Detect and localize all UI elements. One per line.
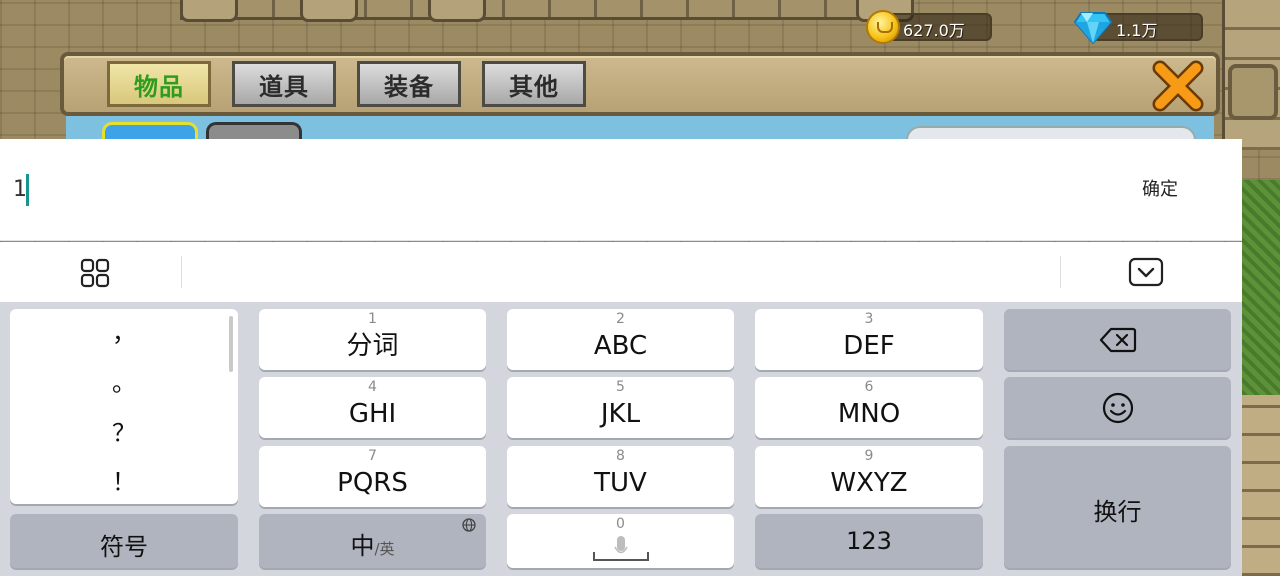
punct-question[interactable]: ？ [10, 413, 238, 448]
key-label: JKL [600, 399, 641, 429]
backspace-icon [1099, 327, 1137, 353]
key-2[interactable]: 2 ABC [507, 309, 734, 370]
emoji-icon [1102, 392, 1134, 424]
key-number: 0 [616, 516, 625, 532]
key-label: WXYZ [830, 468, 908, 498]
symbols-label: 符号 [100, 533, 148, 561]
key-label: 分词 [346, 331, 399, 361]
key-7[interactable]: 7 PQRS [259, 446, 486, 507]
text-caret [26, 174, 29, 206]
emoji-button[interactable] [1004, 377, 1231, 438]
microphone-icon [614, 536, 628, 554]
castle-wall [180, 0, 900, 20]
tab-other[interactable]: 其他 [482, 61, 586, 107]
key-number: 9 [864, 448, 874, 464]
punctuation-list[interactable]: ， 。 ？ ！ [10, 309, 238, 504]
key-number: 2 [616, 311, 625, 327]
key-8[interactable]: 8 TUV [507, 446, 734, 507]
toolbar-divider [181, 256, 182, 288]
backspace-button[interactable] [1004, 309, 1231, 370]
punct-exclaim[interactable]: ！ [10, 462, 238, 497]
ime-toolbar [0, 242, 1242, 302]
toolbar-divider [1060, 256, 1061, 288]
punct-period[interactable]: 。 [10, 363, 238, 398]
tab-items[interactable]: 物品 [107, 61, 211, 107]
keyboard-collapse-icon[interactable] [1128, 257, 1164, 287]
wall-post [180, 0, 238, 22]
key-5[interactable]: 5 JKL [507, 377, 734, 438]
grass-patch [1242, 180, 1280, 395]
confirm-button[interactable]: 确定 [1120, 176, 1200, 204]
space-key[interactable]: 0 [507, 514, 734, 568]
space-bar-glyph [593, 552, 649, 561]
punct-comma[interactable]: ， [10, 313, 238, 348]
tab-props[interactable]: 道具 [232, 61, 336, 107]
tab-equipment[interactable]: 装备 [357, 61, 461, 107]
text-input-bar[interactable] [0, 139, 1242, 241]
key-4[interactable]: 4 GHI [259, 377, 486, 438]
wall-post [428, 0, 486, 22]
enter-label: 换行 [1093, 498, 1142, 526]
stone-ground [1242, 395, 1280, 576]
symbols-button[interactable]: 符号 [10, 514, 238, 568]
key-label: ABC [593, 331, 648, 361]
key-label: DEF [843, 331, 895, 361]
punctuation-scrollbar[interactable] [229, 316, 233, 372]
gold-coin-icon [866, 10, 900, 44]
gold-amount: 627.0万 [903, 21, 965, 40]
numbers-button[interactable]: 123 [755, 514, 983, 568]
key-number: 5 [616, 379, 625, 395]
key-3[interactable]: 3 DEF [755, 309, 983, 370]
key-label: MNO [837, 399, 901, 429]
key-number: 8 [616, 448, 625, 464]
grid-icon[interactable] [80, 258, 110, 288]
language-switch-button[interactable]: 中/英 [259, 514, 486, 568]
lang-main: 中 [350, 532, 375, 560]
key-number: 6 [864, 379, 874, 395]
wall-post [300, 0, 358, 22]
numbers-label: 123 [846, 527, 892, 555]
key-9[interactable]: 9 WXYZ [755, 446, 983, 507]
language-label: 中/英 [259, 526, 486, 561]
text-input-value[interactable]: 1 [13, 176, 27, 204]
diamond-icon [1074, 12, 1112, 44]
key-number: 4 [368, 379, 377, 395]
key-label: GHI [348, 399, 397, 429]
close-x-icon[interactable] [1150, 58, 1206, 114]
globe-icon [462, 518, 476, 532]
tower-window [1228, 64, 1278, 120]
key-label: TUV [594, 468, 647, 498]
key-number: 3 [864, 311, 874, 327]
lang-sub: /英 [374, 540, 395, 558]
gem-amount: 1.1万 [1116, 21, 1158, 40]
key-1[interactable]: 1 分词 [259, 309, 486, 370]
key-number: 7 [368, 448, 377, 464]
key-6[interactable]: 6 MNO [755, 377, 983, 438]
key-label: PQRS [337, 468, 408, 498]
enter-button[interactable]: 换行 [1004, 446, 1231, 568]
